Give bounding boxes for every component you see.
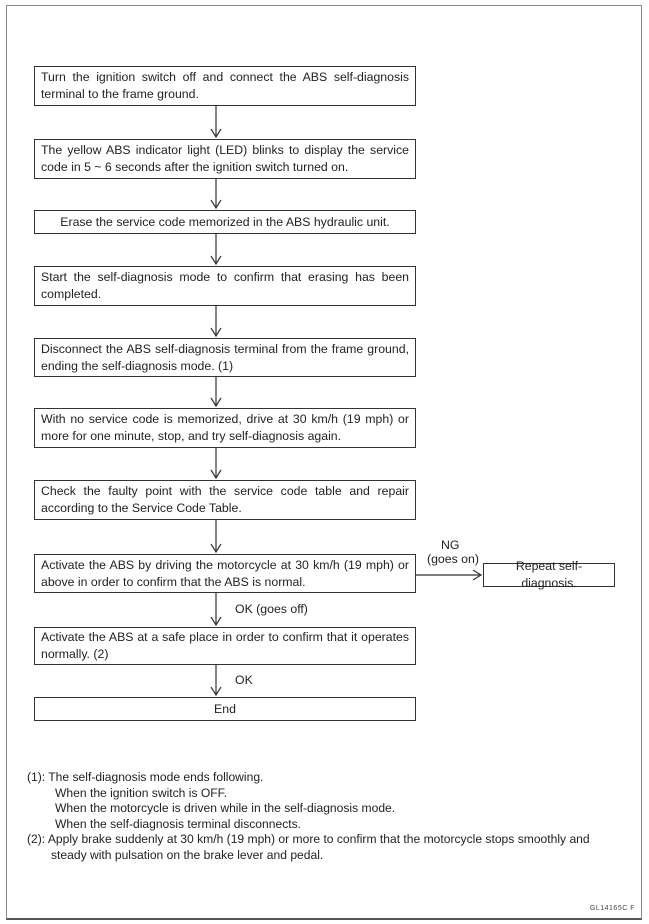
note-1-marker: (1): [27,770,46,784]
arrow-down-icon [210,448,222,480]
note-1-line: When the motorcycle is driven while in t… [55,801,396,815]
arrow-down-icon [210,665,222,697]
arrow-down-icon [210,106,222,139]
note-2-line: Apply brake suddenly at 30 km/h (19 mph)… [47,832,590,846]
ng-sublabel: (goes on) [427,552,479,566]
arrow-down-icon [210,306,222,338]
arrow-down-icon [210,520,222,554]
ok-label-2: OK [235,673,253,687]
footnotes: (1): The self-diagnosis mode ends follow… [27,770,590,863]
arrow-down-icon [210,234,222,266]
note-2-line: steady with pulsation on the brake lever… [51,847,324,862]
arrow-down-icon [210,377,222,408]
figure-code: GL14165C F [589,905,635,912]
arrow-down-icon [210,179,222,210]
note-2-marker: (2): [27,832,46,846]
arrow-right-icon [416,569,483,581]
note-1-line: The self-diagnosis mode ends following. [48,770,264,784]
ok-label-1: OK (goes off) [235,602,308,616]
ng-label: NG [441,538,460,552]
note-1-line: When the ignition switch is OFF. [55,785,228,800]
arrow-down-icon [210,593,222,627]
note-1-line: When the self-diagnosis terminal disconn… [55,816,302,831]
